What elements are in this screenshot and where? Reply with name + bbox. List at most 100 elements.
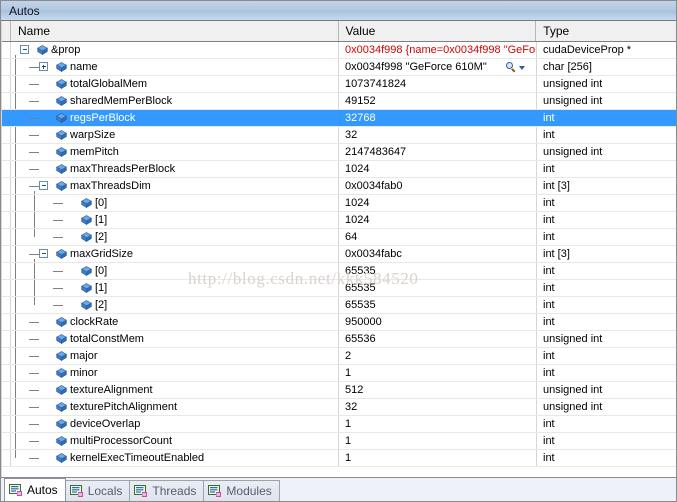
- table-row[interactable]: texturePitchAlignment 32 unsigned int: [2, 399, 676, 416]
- row-value-cell[interactable]: 950000: [339, 314, 537, 330]
- plus-expander-icon[interactable]: [39, 62, 48, 71]
- row-name-cell[interactable]: totalConstMem: [11, 331, 339, 347]
- row-value-cell[interactable]: 2147483647: [339, 144, 537, 160]
- row-name-cell[interactable]: textureAlignment: [11, 382, 339, 398]
- row-name-cell[interactable]: maxThreadsPerBlock: [11, 161, 339, 177]
- table-row[interactable]: major 2 int: [2, 348, 676, 365]
- row-gutter: [2, 178, 11, 194]
- row-value-cell[interactable]: 32768: [339, 110, 537, 126]
- row-value-cell[interactable]: 1: [339, 433, 537, 449]
- table-row[interactable]: [1] 65535 int: [2, 280, 676, 297]
- tab-modules[interactable]: Modules: [203, 480, 280, 501]
- table-row[interactable]: maxGridSize 0x0034fabc int [3]: [2, 246, 676, 263]
- table-row[interactable]: regsPerBlock 32768 int: [2, 110, 676, 127]
- table-row[interactable]: kernelExecTimeoutEnabled 1 int: [2, 450, 676, 467]
- row-value-cell[interactable]: 32: [339, 127, 537, 143]
- row-name-cell[interactable]: [0]: [11, 195, 339, 211]
- row-name-cell[interactable]: name: [11, 59, 339, 75]
- table-row[interactable]: maxThreadsPerBlock 1024 int: [2, 161, 676, 178]
- minus-expander-icon[interactable]: [39, 249, 48, 258]
- row-name-cell[interactable]: texturePitchAlignment: [11, 399, 339, 415]
- row-name-cell[interactable]: [1]: [11, 212, 339, 228]
- row-gutter: [2, 93, 11, 109]
- row-name-cell[interactable]: [2]: [11, 229, 339, 245]
- tab-locals[interactable]: Locals: [64, 480, 131, 501]
- table-row[interactable]: [2] 65535 int: [2, 297, 676, 314]
- table-row[interactable]: memPitch 2147483647 unsigned int: [2, 144, 676, 161]
- table-row[interactable]: &prop 0x0034f998 {name=0x0034f998 "GeFor c…: [2, 42, 676, 59]
- table-row[interactable]: [1] 1024 int: [2, 212, 676, 229]
- row-name-cell[interactable]: sharedMemPerBlock: [11, 93, 339, 109]
- table-row[interactable]: sharedMemPerBlock 49152 unsigned int: [2, 93, 676, 110]
- tab-autos[interactable]: Autos: [4, 478, 66, 501]
- row-value-cell[interactable]: 1: [339, 450, 537, 466]
- row-value-cell[interactable]: 0x0034f998 "GeForce 610M": [339, 59, 537, 75]
- field-icon: [56, 113, 67, 123]
- row-name-cell[interactable]: clockRate: [11, 314, 339, 330]
- row-value-cell[interactable]: 65535: [339, 280, 537, 296]
- row-value-cell[interactable]: 512: [339, 382, 537, 398]
- table-row[interactable]: minor 1 int: [2, 365, 676, 382]
- row-value-cell[interactable]: 65535: [339, 263, 537, 279]
- row-name-cell[interactable]: [0]: [11, 263, 339, 279]
- row-value-cell[interactable]: 0x0034fabc: [339, 246, 537, 262]
- row-name-cell[interactable]: warpSize: [11, 127, 339, 143]
- column-header-value[interactable]: Value: [338, 21, 537, 41]
- minus-expander-icon[interactable]: [39, 181, 48, 190]
- field-icon: [56, 402, 67, 412]
- row-value-cell[interactable]: 2: [339, 348, 537, 364]
- row-name-cell[interactable]: memPitch: [11, 144, 339, 160]
- table-row[interactable]: maxThreadsDim 0x0034fab0 int [3]: [2, 178, 676, 195]
- row-value-cell[interactable]: 1024: [339, 161, 537, 177]
- row-name-cell[interactable]: [2]: [11, 297, 339, 313]
- row-name-cell[interactable]: major: [11, 348, 339, 364]
- row-value-cell[interactable]: 1024: [339, 195, 537, 211]
- minus-expander-icon[interactable]: [20, 45, 29, 54]
- table-row[interactable]: deviceOverlap 1 int: [2, 416, 676, 433]
- row-value-cell[interactable]: 32: [339, 399, 537, 415]
- table-row[interactable]: textureAlignment 512 unsigned int: [2, 382, 676, 399]
- row-gutter: [2, 416, 11, 432]
- table-row[interactable]: [0] 1024 int: [2, 195, 676, 212]
- row-value-cell[interactable]: 0x0034f998 {name=0x0034f998 "GeFor: [339, 42, 537, 58]
- row-value-cell[interactable]: 65535: [339, 297, 537, 313]
- row-value-cell[interactable]: 49152: [339, 93, 537, 109]
- table-row[interactable]: totalGlobalMem 1073741824 unsigned int: [2, 76, 676, 93]
- table-row[interactable]: [2] 64 int: [2, 229, 676, 246]
- row-name-cell[interactable]: maxThreadsDim: [11, 178, 339, 194]
- column-header-name[interactable]: Name: [10, 21, 339, 41]
- row-gutter: [2, 263, 11, 279]
- row-name-cell[interactable]: deviceOverlap: [11, 416, 339, 432]
- table-row[interactable]: warpSize 32 int: [2, 127, 676, 144]
- row-name-cell[interactable]: [1]: [11, 280, 339, 296]
- magnifier-visualizer-icon[interactable]: [506, 62, 517, 73]
- table-row[interactable]: clockRate 950000 int: [2, 314, 676, 331]
- row-name-cell[interactable]: kernelExecTimeoutEnabled: [11, 450, 339, 466]
- row-value-cell[interactable]: 64: [339, 229, 537, 245]
- variable-name-label: name: [70, 61, 98, 73]
- table-row[interactable]: [0] 65535 int: [2, 263, 676, 280]
- row-name-cell[interactable]: multiProcessorCount: [11, 433, 339, 449]
- row-value-cell[interactable]: 65536: [339, 331, 537, 347]
- row-value-cell[interactable]: 0x0034fab0: [339, 178, 537, 194]
- row-value-cell[interactable]: 1: [339, 365, 537, 381]
- row-value-cell[interactable]: 1024: [339, 212, 537, 228]
- row-gutter: [2, 246, 11, 262]
- table-row[interactable]: totalConstMem 65536 unsigned int: [2, 331, 676, 348]
- variable-type-text: char [256]: [543, 61, 592, 73]
- table-row[interactable]: name 0x0034f998 "GeForce 610M" char [256]: [2, 59, 676, 76]
- row-name-cell[interactable]: regsPerBlock: [11, 110, 339, 126]
- column-header-type[interactable]: Type: [536, 21, 676, 41]
- variable-name-label: texturePitchAlignment: [70, 401, 177, 413]
- row-name-cell[interactable]: totalGlobalMem: [11, 76, 339, 92]
- chevron-down-icon[interactable]: [519, 65, 525, 70]
- row-name-cell[interactable]: minor: [11, 365, 339, 381]
- tab-threads[interactable]: Threads: [129, 480, 205, 501]
- row-value-cell[interactable]: 1: [339, 416, 537, 432]
- table-row[interactable]: multiProcessorCount 1 int: [2, 433, 676, 450]
- tree-node: regsPerBlock: [11, 110, 338, 126]
- row-name-cell[interactable]: &prop: [11, 42, 339, 58]
- row-name-cell[interactable]: maxGridSize: [11, 246, 339, 262]
- row-value-cell[interactable]: 1073741824: [339, 76, 537, 92]
- visualizer-control[interactable]: [506, 61, 530, 74]
